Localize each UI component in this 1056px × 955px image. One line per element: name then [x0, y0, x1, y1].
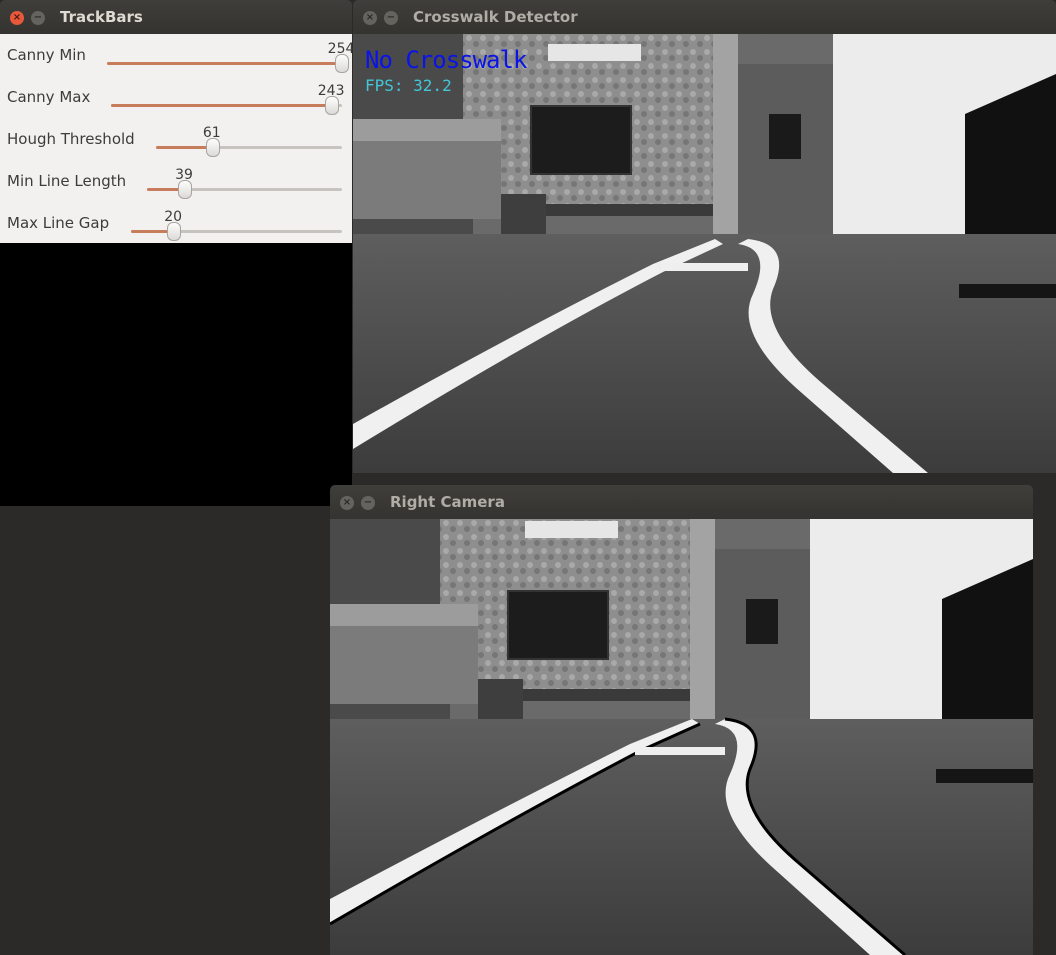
trackbar-label: Max Line Gap	[7, 214, 110, 232]
trackbar-label: Min Line Length	[7, 172, 127, 190]
trackbars-titlebar[interactable]: × − TrackBars	[0, 0, 352, 34]
camera-frame	[330, 519, 1033, 955]
slider-track[interactable]: 20	[131, 209, 342, 241]
trackbar-hough-threshold: Hough Threshold 61	[0, 118, 352, 160]
close-icon[interactable]: ×	[10, 11, 24, 25]
close-icon[interactable]: ×	[363, 11, 377, 25]
crosswalk-detector-window: × − Crosswalk Detector No Crosswalk FPS:…	[353, 0, 1056, 473]
slider-track[interactable]: 243	[111, 83, 345, 115]
trackbar-empty-area	[0, 243, 352, 506]
detection-status-text: No Crosswalk	[365, 46, 527, 74]
window-title: TrackBars	[60, 8, 143, 26]
camera-frame: No Crosswalk FPS: 32.2	[353, 34, 1056, 473]
slider-handle[interactable]	[205, 138, 220, 157]
slider-fill	[107, 62, 342, 65]
right-camera-window: × − Right Camera	[330, 485, 1033, 955]
trackbar-canny-max: Canny Max 243	[0, 76, 352, 118]
window-title: Right Camera	[390, 493, 505, 511]
trackbar-canny-min: Canny Min 254	[0, 34, 354, 76]
slider-handle[interactable]	[178, 180, 193, 199]
trackbar-label: Hough Threshold	[7, 130, 135, 148]
fps-readout: FPS: 32.2	[365, 76, 452, 95]
camera-image	[330, 519, 1033, 955]
slider-fill	[156, 146, 212, 149]
trackbar-label: Canny Min	[7, 46, 86, 64]
trackbar-label: Canny Max	[7, 88, 91, 106]
trackbar-panel: Canny Min 254 Canny Max 243 Hough Thresh…	[0, 34, 354, 244]
slider-handle[interactable]	[325, 96, 340, 115]
slider-handle[interactable]	[167, 222, 182, 241]
slider-track[interactable]: 61	[156, 125, 342, 157]
trackbar-max-line-gap: Max Line Gap 20	[0, 202, 352, 244]
minimize-icon[interactable]: −	[361, 496, 375, 510]
camera-image	[353, 34, 1056, 473]
slider-track[interactable]: 39	[147, 167, 342, 199]
close-icon[interactable]: ×	[340, 496, 354, 510]
trackbars-window: × − TrackBars Canny Min 254 Canny Max 24…	[0, 0, 354, 506]
slider-fill	[111, 104, 332, 107]
window-title: Crosswalk Detector	[413, 8, 578, 26]
crosswalk-titlebar[interactable]: × − Crosswalk Detector	[353, 0, 1056, 34]
slider-track[interactable]: 254	[107, 41, 354, 73]
trackbar-min-line-length: Min Line Length 39	[0, 160, 352, 202]
slider-handle[interactable]	[335, 54, 350, 73]
right-camera-titlebar[interactable]: × − Right Camera	[330, 485, 1033, 519]
minimize-icon[interactable]: −	[384, 11, 398, 25]
minimize-icon[interactable]: −	[31, 11, 45, 25]
